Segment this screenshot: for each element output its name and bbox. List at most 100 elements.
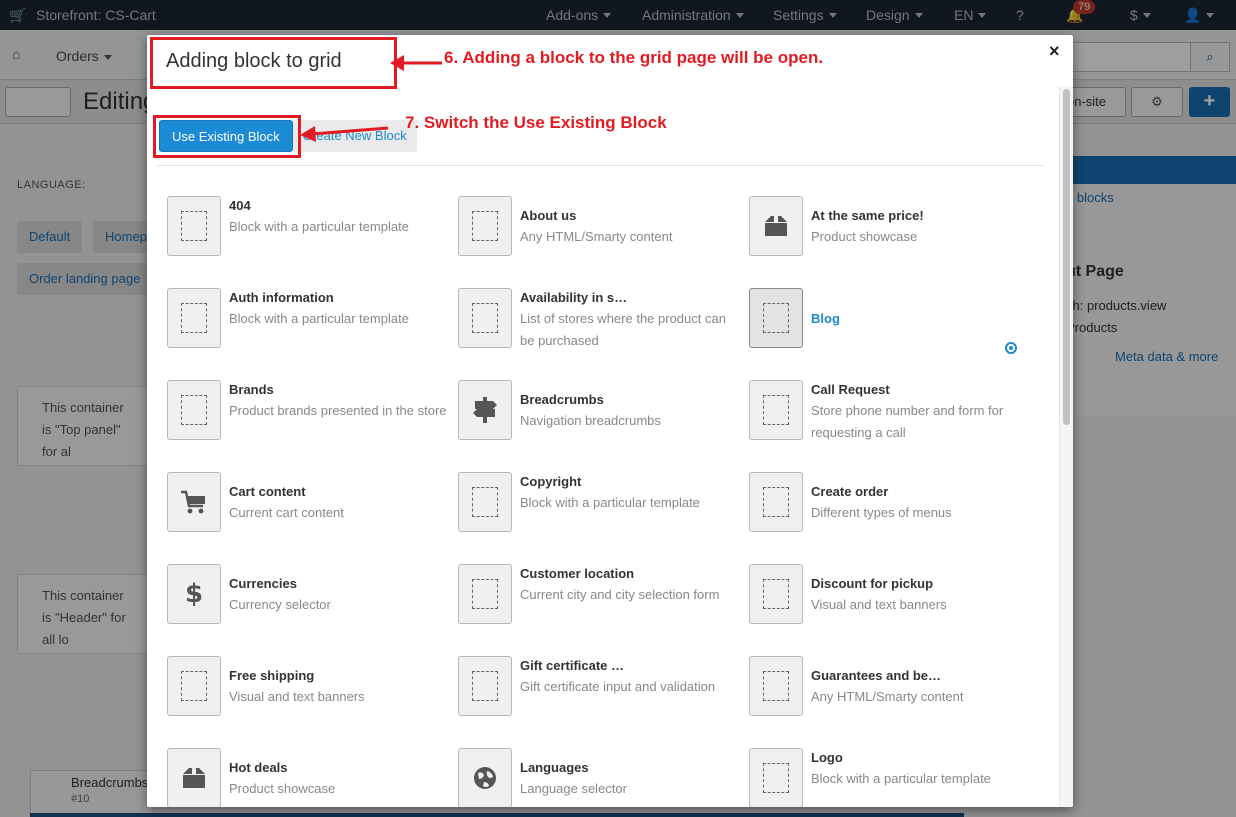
block-text: Logo Block with a particular template	[811, 747, 1031, 790]
cart-icon[interactable]	[167, 472, 221, 532]
block-description: Product showcase	[229, 781, 336, 796]
block-text: Discount for pickup Visual and text banne…	[811, 573, 1031, 616]
block-name: Guarantees and be…	[811, 668, 942, 683]
dotted-block-icon[interactable]	[749, 564, 803, 624]
dotted-block-icon[interactable]	[749, 472, 803, 532]
block-name: Call Request	[811, 382, 890, 397]
block-description: Language selector	[520, 781, 627, 796]
block-name: 404	[229, 198, 251, 213]
dotted-block-icon[interactable]	[458, 656, 512, 716]
box-icon[interactable]	[749, 196, 803, 256]
block-item[interactable]: Free shipping Visual and text banners	[167, 655, 457, 735]
block-item[interactable]: Discount for pickup Visual and text banne…	[749, 563, 1039, 643]
block-item[interactable]: Availability in s… List of stores where t…	[458, 287, 748, 367]
signpost-icon[interactable]	[458, 380, 512, 440]
block-text: Blog	[811, 308, 1031, 329]
block-description: Visual and text banners	[229, 689, 365, 704]
block-name: Languages	[520, 760, 589, 775]
annotation-step-6: 6. Adding a block to the grid page will …	[444, 48, 824, 67]
dollar-icon[interactable]: $	[167, 564, 221, 624]
dotted-block-icon[interactable]	[749, 748, 803, 807]
block-item[interactable]: Customer location Current city and city s…	[458, 563, 748, 643]
block-text: Availability in s… List of stores where t…	[520, 287, 740, 352]
dotted-block-icon[interactable]	[458, 196, 512, 256]
block-name: Currencies	[229, 576, 297, 591]
block-name: At the same price!	[811, 208, 924, 223]
block-description: Product brands presented in the store	[229, 403, 447, 418]
scrollbar[interactable]	[1059, 87, 1073, 807]
block-item[interactable]: Gift certificate … Gift certificate input…	[458, 655, 748, 735]
dotted-block-icon[interactable]	[167, 380, 221, 440]
block-name: Customer location	[520, 566, 635, 581]
block-description: List of stores where the product can be …	[520, 311, 726, 348]
block-description: Different types of menus	[811, 505, 952, 520]
block-text: Copyright Block with a particular templat…	[520, 471, 740, 514]
block-description: Currency selector	[229, 597, 331, 612]
block-item[interactable]: Languages Language selector	[458, 747, 748, 807]
radio-selected-icon[interactable]	[1005, 342, 1017, 354]
dotted-block-icon[interactable]	[167, 288, 221, 348]
dotted-block-icon[interactable]	[749, 656, 803, 716]
block-item[interactable]: Breadcrumbs Navigation breadcrumbs	[458, 379, 748, 459]
block-name: Blog	[811, 311, 840, 326]
block-text: Call Request Store phone number and form …	[811, 379, 1031, 444]
box-icon[interactable]	[167, 748, 221, 807]
dotted-block-icon[interactable]	[458, 472, 512, 532]
block-name: Logo	[811, 750, 843, 765]
block-name: Brands	[229, 382, 274, 397]
block-description: Product showcase	[811, 229, 918, 244]
annotation-title-box	[150, 37, 397, 89]
block-text: Languages Language selector	[520, 757, 740, 800]
block-item[interactable]: Logo Block with a particular template	[749, 747, 1039, 807]
dotted-block-icon[interactable]	[167, 196, 221, 256]
annotation-arrow-7	[300, 126, 389, 142]
block-item[interactable]: $ Currencies Currency selector	[167, 563, 457, 643]
block-text: Customer location Current city and city s…	[520, 563, 740, 606]
scrollbar-thumb[interactable]	[1063, 89, 1070, 425]
block-text: Hot deals Product showcase	[229, 757, 449, 800]
dotted-block-icon[interactable]	[458, 288, 512, 348]
block-item[interactable]: Call Request Store phone number and form …	[749, 379, 1039, 459]
dotted-block-icon[interactable]	[749, 288, 803, 348]
block-item[interactable]: Create order Different types of menus	[749, 471, 1039, 551]
block-name: Gift certificate …	[520, 658, 625, 673]
block-text: Gift certificate … Gift certificate input…	[520, 655, 740, 698]
dotted-block-icon[interactable]	[749, 380, 803, 440]
block-item[interactable]: Hot deals Product showcase	[167, 747, 457, 807]
block-description: Block with a particular template	[520, 495, 700, 510]
dotted-block-icon[interactable]	[458, 564, 512, 624]
annotation-arrow-6	[390, 55, 442, 71]
globe-icon[interactable]	[458, 748, 512, 807]
block-text: Brands Product brands presented in the st…	[229, 379, 449, 422]
block-text: Cart content Current cart content	[229, 481, 449, 524]
close-icon[interactable]: ×	[1049, 41, 1060, 62]
block-name: Cart content	[229, 484, 306, 499]
block-description: Store phone number and form for requesti…	[811, 403, 1004, 440]
block-text: Free shipping Visual and text banners	[229, 665, 449, 708]
block-name: Hot deals	[229, 760, 288, 775]
block-name: Discount for pickup	[811, 576, 934, 591]
block-item[interactable]: Blog	[749, 287, 1039, 367]
block-description: Block with a particular template	[229, 311, 409, 326]
block-description: Any HTML/Smarty content	[520, 229, 673, 244]
block-text: Guarantees and be… Any HTML/Smarty conten…	[811, 665, 1031, 708]
block-description: Block with a particular template	[229, 219, 409, 234]
block-item[interactable]: 404 Block with a particular template	[167, 195, 457, 275]
block-item[interactable]: Auth information Block with a particular …	[167, 287, 457, 367]
block-description: Current city and city selection form	[520, 587, 720, 602]
block-item[interactable]: At the same price! Product showcase	[749, 195, 1039, 275]
block-name: Auth information	[229, 290, 334, 305]
block-name: Copyright	[520, 474, 582, 489]
block-item[interactable]: Guarantees and be… Any HTML/Smarty conten…	[749, 655, 1039, 735]
block-item[interactable]: Cart content Current cart content	[167, 471, 457, 551]
divider	[157, 165, 1045, 166]
block-item[interactable]: Brands Product brands presented in the st…	[167, 379, 457, 459]
block-name: Breadcrumbs	[520, 392, 604, 407]
dotted-block-icon[interactable]	[167, 656, 221, 716]
block-item[interactable]: Copyright Block with a particular templat…	[458, 471, 748, 551]
block-description: Any HTML/Smarty content	[811, 689, 964, 704]
block-text: Breadcrumbs Navigation breadcrumbs	[520, 389, 740, 432]
block-text: At the same price! Product showcase	[811, 205, 1031, 248]
block-description: Current cart content	[229, 505, 344, 520]
block-item[interactable]: About us Any HTML/Smarty content	[458, 195, 748, 275]
